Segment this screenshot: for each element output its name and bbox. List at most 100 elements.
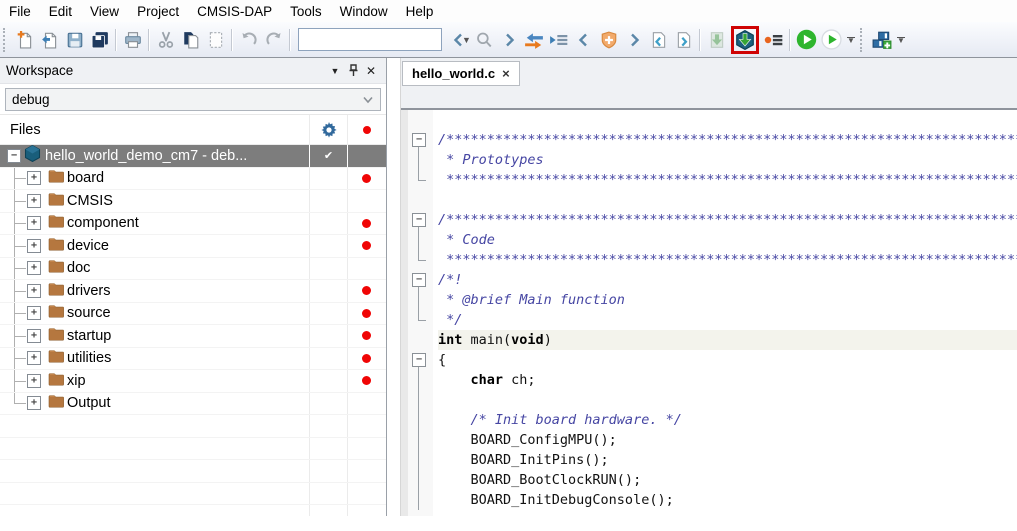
menu-item-help[interactable]: Help [397,2,443,21]
expand-icon[interactable]: + [27,239,41,253]
configuration-dropdown[interactable]: debug [5,88,381,111]
swap-view-button[interactable] [521,27,546,53]
code-line[interactable]: BOARD_ConfigMPU(); [401,430,1017,450]
fold-collapse-control[interactable]: − [401,130,438,150]
tree-row-settings-cell[interactable] [309,370,347,392]
open-file-button[interactable] [37,27,62,53]
toggle-bookmark-button[interactable] [596,27,621,53]
code-line[interactable]: BOARD_InitPins(); [401,450,1017,470]
tree-row-settings-cell[interactable] [309,213,347,235]
find-previous-button[interactable] [446,27,471,53]
code-line[interactable]: char ch; [401,370,1017,390]
tree-row[interactable]: −hello_world_demo_cm7 - deb...✔ [0,145,386,168]
close-icon[interactable]: ✕ [362,63,380,79]
previous-bookmark-button[interactable] [571,27,596,53]
expand-icon[interactable]: + [27,216,41,230]
code-line[interactable] [401,190,1017,210]
menu-item-window[interactable]: Window [331,2,397,21]
expand-icon[interactable]: + [27,261,41,275]
expand-icon[interactable]: + [27,171,41,185]
code-line[interactable]: −/**************************************… [401,130,1017,150]
quick-search-combobox[interactable]: ▼ [298,28,442,51]
menu-item-project[interactable]: Project [128,2,188,21]
code-line[interactable]: * Prototypes [401,150,1017,170]
tree-row[interactable]: +component [0,213,386,236]
save-button[interactable] [62,27,87,53]
expand-icon[interactable]: + [27,329,41,343]
code-line[interactable]: */ [401,310,1017,330]
toolbar-overflow-button[interactable]: ▼ [844,27,858,53]
tree-row-settings-cell[interactable] [309,280,347,302]
toolbar-overflow-button-2[interactable]: ▼ [894,27,908,53]
menu-item-tools[interactable]: Tools [281,2,331,21]
tree-row-settings-cell[interactable] [309,393,347,415]
redo-button[interactable] [261,27,286,53]
find-button[interactable] [471,27,496,53]
tree-row[interactable]: +doc [0,258,386,281]
paste-button[interactable] [203,27,228,53]
tree-row-settings-cell[interactable] [309,235,347,257]
settings-column-header[interactable] [309,115,347,144]
save-all-button[interactable] [87,27,112,53]
code-line[interactable]: −{ [401,350,1017,370]
download-button[interactable] [704,27,729,53]
tab-hello-world[interactable]: hello_world.c × [402,61,520,86]
code-line[interactable]: * Code [401,230,1017,250]
tree-row[interactable]: +board [0,168,386,191]
code-editor[interactable]: −/**************************************… [401,110,1017,516]
debug-without-downloading-button[interactable] [761,27,786,53]
expand-icon[interactable]: + [27,374,41,388]
quick-search-input[interactable] [299,31,462,48]
find-next-button[interactable] [496,27,521,53]
code-line[interactable]: −/**************************************… [401,210,1017,230]
fold-collapse-control[interactable]: − [401,350,438,370]
code-line[interactable]: int main(void) [401,330,1017,350]
next-bookmark-button[interactable] [621,27,646,53]
copy-button[interactable] [178,27,203,53]
expand-icon[interactable]: + [27,284,41,298]
code-line[interactable]: * @brief Main function [401,290,1017,310]
code-line[interactable]: ****************************************… [401,250,1017,270]
toolbar-grip[interactable] [3,28,8,52]
tab-close-icon[interactable]: × [502,66,510,81]
expand-icon[interactable]: + [27,306,41,320]
code-line[interactable]: BOARD_InitDebugConsole(); [401,490,1017,510]
expand-icon[interactable]: + [27,351,41,365]
tree-row-settings-cell[interactable] [309,325,347,347]
run-alt-button[interactable] [819,27,844,53]
tree-row-settings-cell[interactable] [309,258,347,280]
expand-icon[interactable]: + [27,396,41,410]
tree-row[interactable]: +startup [0,325,386,348]
pin-icon[interactable] [344,63,362,79]
panel-menu-icon[interactable]: ▼ [326,63,344,79]
fold-collapse-icon[interactable]: − [412,273,426,287]
cut-button[interactable] [153,27,178,53]
download-and-debug-button[interactable] [734,29,756,51]
tree-row[interactable]: +xip [0,370,386,393]
tree-row-settings-cell[interactable] [309,303,347,325]
tree-row-settings-cell[interactable] [309,348,347,370]
run-button[interactable] [794,27,819,53]
code-line[interactable] [401,390,1017,410]
tree-row[interactable]: +source [0,303,386,326]
toolbar-grip[interactable] [860,28,865,52]
next-document-button[interactable] [671,27,696,53]
fold-collapse-control[interactable]: − [401,210,438,230]
fold-collapse-control[interactable]: − [401,270,438,290]
panel-splitter[interactable] [387,58,400,516]
previous-document-button[interactable] [646,27,671,53]
menu-item-cmsis-dap[interactable]: CMSIS-DAP [188,2,281,21]
tree-row[interactable]: +CMSIS [0,190,386,213]
code-line[interactable]: BOARD_BootClockRUN(); [401,470,1017,490]
goto-list-button[interactable] [546,27,571,53]
undo-button[interactable] [236,27,261,53]
fold-collapse-icon[interactable]: − [412,133,426,147]
menu-item-file[interactable]: File [0,2,40,21]
menu-item-view[interactable]: View [81,2,128,21]
code-line[interactable]: /* Init board hardware. */ [401,410,1017,430]
tree-row-settings-cell[interactable] [309,168,347,190]
tree-row[interactable]: +device [0,235,386,258]
menu-item-edit[interactable]: Edit [40,2,81,21]
expand-icon[interactable]: + [27,194,41,208]
print-button[interactable] [120,27,145,53]
